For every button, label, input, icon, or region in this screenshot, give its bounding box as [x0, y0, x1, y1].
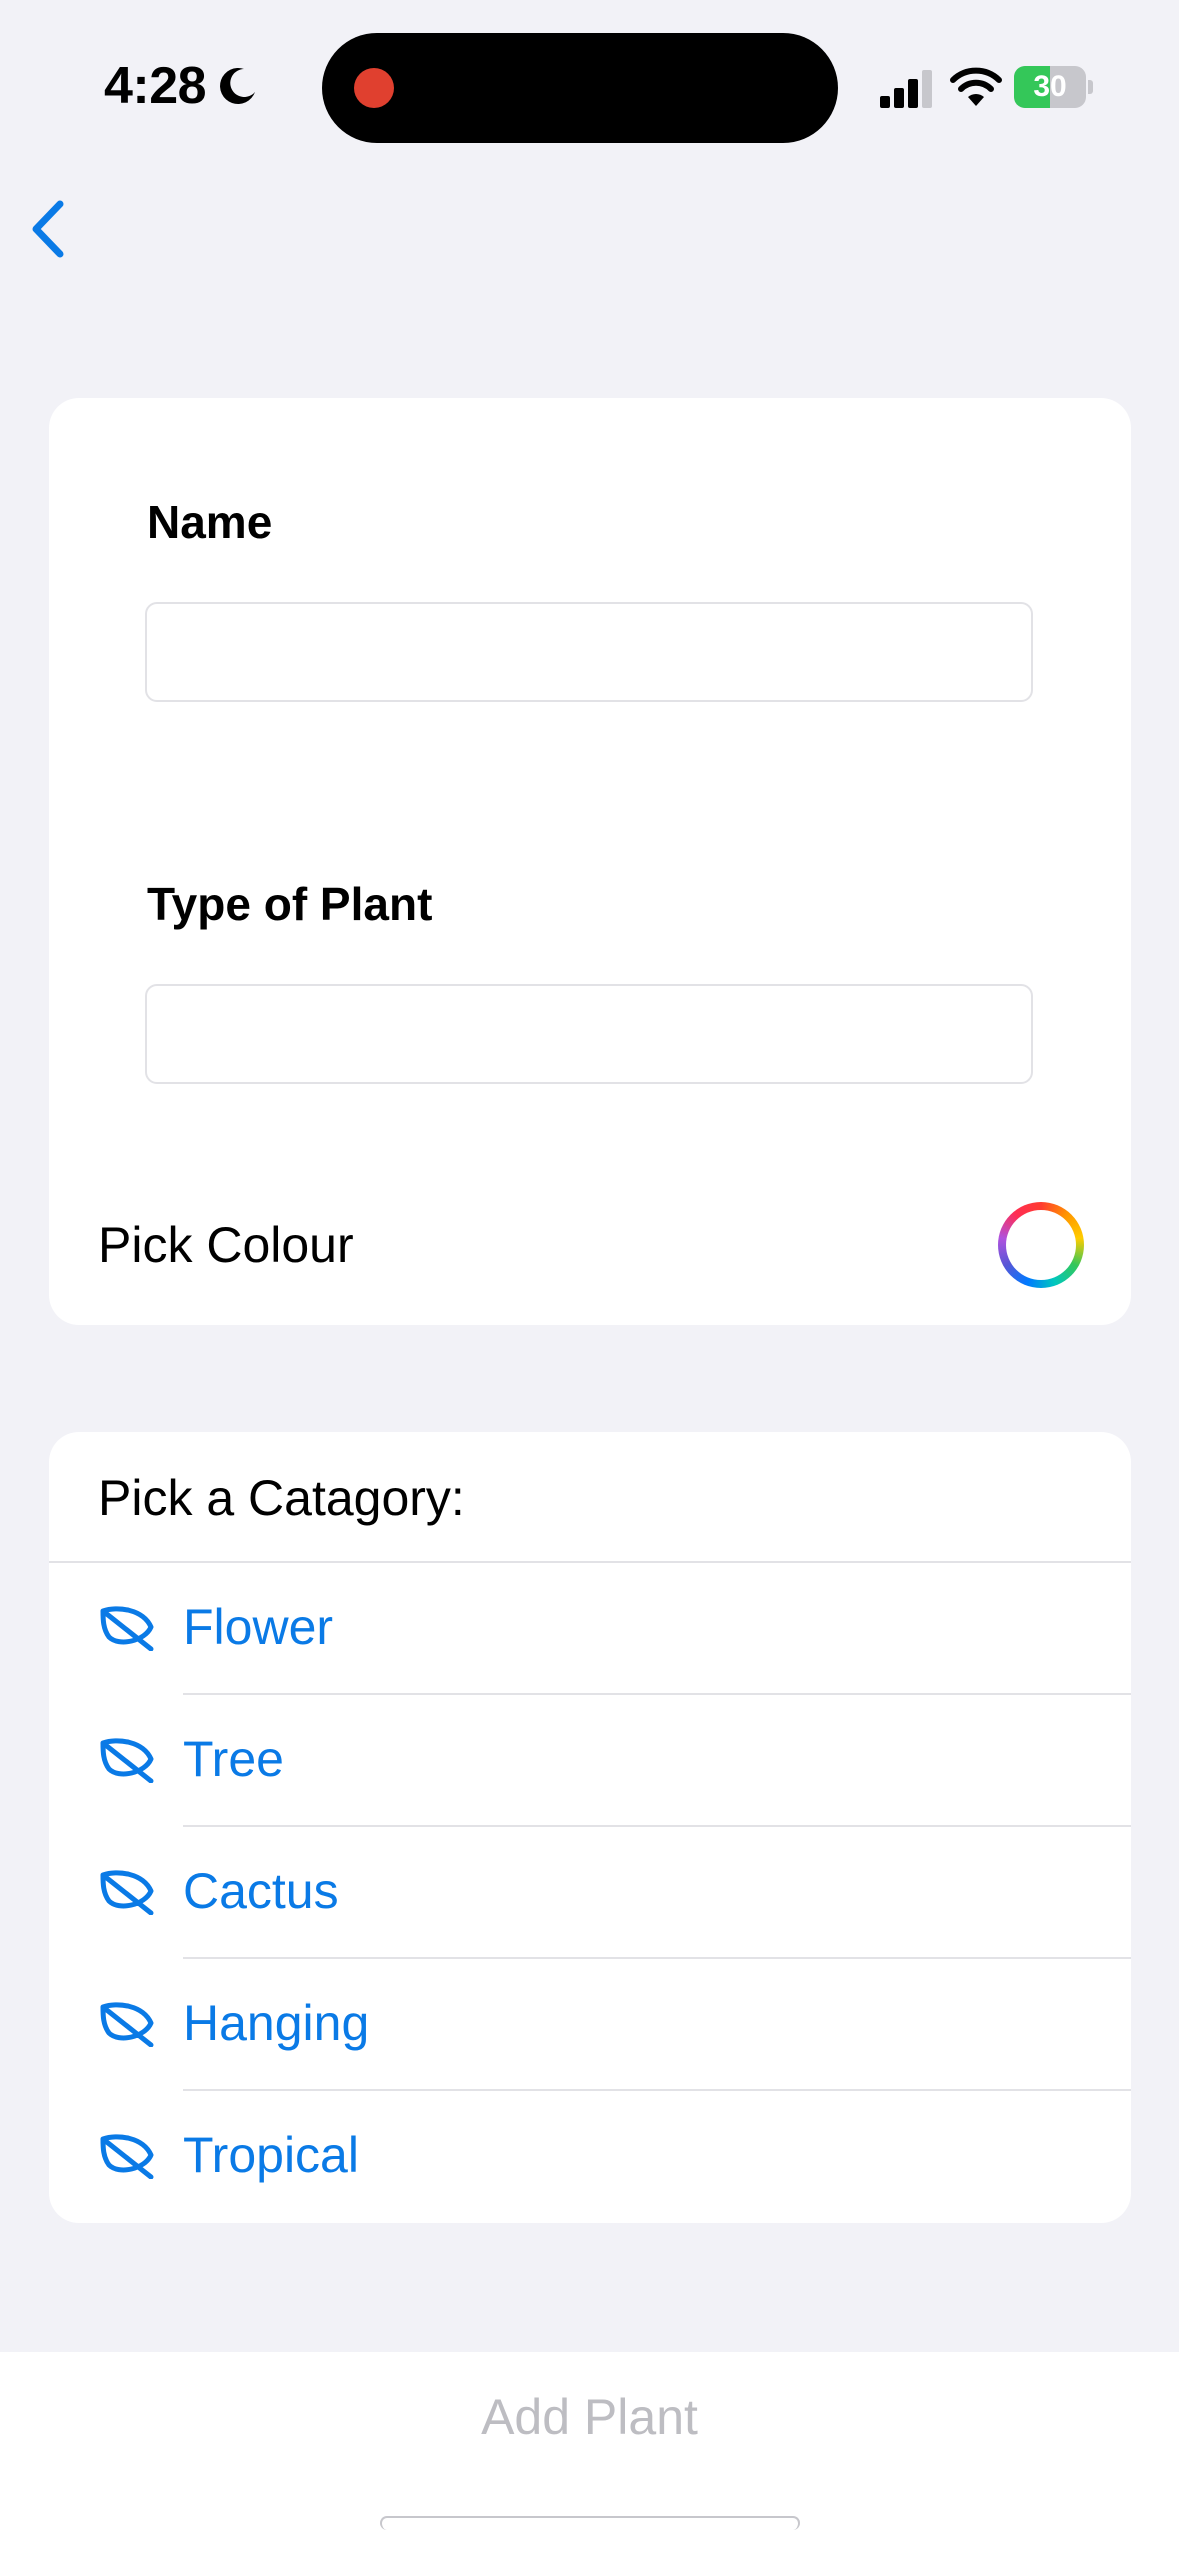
- category-item-tropical[interactable]: Tropical: [49, 2090, 1131, 2220]
- category-label: Tree: [183, 1731, 284, 1787]
- category-item-flower[interactable]: Flower: [49, 1562, 1131, 1692]
- leaf-icon: [100, 2002, 154, 2047]
- name-field[interactable]: [145, 602, 1033, 702]
- category-header: Pick a Catagory:: [98, 1470, 465, 1526]
- category-label: Cactus: [183, 1863, 339, 1919]
- type-of-plant-field[interactable]: [145, 984, 1033, 1084]
- moon-icon: [220, 67, 255, 104]
- battery-level: 30: [1033, 70, 1067, 103]
- name-label: Name: [147, 496, 273, 548]
- category-label: Tropical: [183, 2127, 359, 2183]
- cellular-signal-icon: [880, 70, 932, 108]
- status-time: 4:28: [104, 57, 207, 115]
- type-of-plant-label: Type of Plant: [147, 878, 433, 930]
- wifi-icon: [950, 67, 1002, 106]
- leaf-icon: [100, 1870, 154, 1915]
- color-picker-button[interactable]: [998, 1202, 1084, 1288]
- battery-icon: 30: [1014, 66, 1093, 108]
- category-label: Hanging: [183, 1995, 370, 2051]
- category-item-tree[interactable]: Tree: [49, 1694, 1131, 1824]
- leaf-icon: [100, 2134, 154, 2179]
- category-item-hanging[interactable]: Hanging: [49, 1958, 1131, 2088]
- leaf-icon: [100, 1738, 154, 1783]
- dynamic-island: [322, 33, 838, 143]
- chevron-left-icon[interactable]: [22, 194, 74, 264]
- recording-indicator: [354, 68, 394, 108]
- category-label: Flower: [183, 1599, 334, 1655]
- add-plant-button[interactable]: Add Plant: [0, 2382, 1179, 2452]
- leaf-icon: [100, 1606, 154, 1651]
- home-indicator[interactable]: [380, 2516, 800, 2530]
- pick-colour-label: Pick Colour: [98, 1217, 354, 1273]
- category-item-cactus[interactable]: Cactus: [49, 1826, 1131, 1956]
